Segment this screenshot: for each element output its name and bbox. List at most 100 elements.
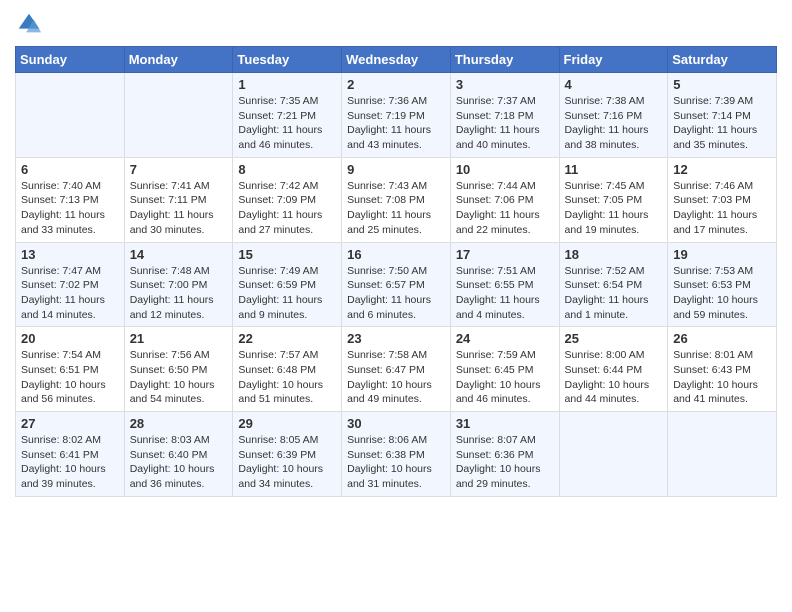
- day-number: 16: [347, 247, 445, 262]
- calendar-cell: 27 Sunrise: 8:02 AM Sunset: 6:41 PM Dayli…: [16, 412, 125, 497]
- day-info: Sunrise: 7:40 AM Sunset: 7:13 PM Dayligh…: [21, 179, 119, 238]
- col-header-saturday: Saturday: [668, 47, 777, 73]
- day-info: Sunrise: 8:01 AM Sunset: 6:43 PM Dayligh…: [673, 348, 771, 407]
- day-number: 26: [673, 331, 771, 346]
- day-number: 18: [565, 247, 663, 262]
- day-number: 29: [238, 416, 336, 431]
- day-info: Sunrise: 8:03 AM Sunset: 6:40 PM Dayligh…: [130, 433, 228, 492]
- calendar-cell: 25 Sunrise: 8:00 AM Sunset: 6:44 PM Dayli…: [559, 327, 668, 412]
- day-number: 14: [130, 247, 228, 262]
- day-number: 20: [21, 331, 119, 346]
- day-info: Sunrise: 8:06 AM Sunset: 6:38 PM Dayligh…: [347, 433, 445, 492]
- calendar-cell: 6 Sunrise: 7:40 AM Sunset: 7:13 PM Daylig…: [16, 157, 125, 242]
- day-info: Sunrise: 7:48 AM Sunset: 7:00 PM Dayligh…: [130, 264, 228, 323]
- day-info: Sunrise: 8:02 AM Sunset: 6:41 PM Dayligh…: [21, 433, 119, 492]
- calendar-cell: 20 Sunrise: 7:54 AM Sunset: 6:51 PM Dayli…: [16, 327, 125, 412]
- calendar-cell: 1 Sunrise: 7:35 AM Sunset: 7:21 PM Daylig…: [233, 73, 342, 158]
- logo-icon: [15, 10, 43, 38]
- day-number: 27: [21, 416, 119, 431]
- day-number: 3: [456, 77, 554, 92]
- calendar-week-row: 1 Sunrise: 7:35 AM Sunset: 7:21 PM Daylig…: [16, 73, 777, 158]
- day-info: Sunrise: 7:36 AM Sunset: 7:19 PM Dayligh…: [347, 94, 445, 153]
- day-number: 7: [130, 162, 228, 177]
- day-number: 1: [238, 77, 336, 92]
- day-number: 13: [21, 247, 119, 262]
- calendar-cell: 14 Sunrise: 7:48 AM Sunset: 7:00 PM Dayli…: [124, 242, 233, 327]
- calendar-cell: 9Sunrise: 7:43 AM Sunset: 7:08 PM Daylig…: [342, 157, 451, 242]
- calendar-cell: 22 Sunrise: 7:57 AM Sunset: 6:48 PM Dayli…: [233, 327, 342, 412]
- day-info: Sunrise: 7:47 AM Sunset: 7:02 PM Dayligh…: [21, 264, 119, 323]
- day-info: Sunrise: 8:07 AM Sunset: 6:36 PM Dayligh…: [456, 433, 554, 492]
- calendar-week-row: 27 Sunrise: 8:02 AM Sunset: 6:41 PM Dayli…: [16, 412, 777, 497]
- day-number: 17: [456, 247, 554, 262]
- calendar-cell: 18 Sunrise: 7:52 AM Sunset: 6:54 PM Dayli…: [559, 242, 668, 327]
- calendar-cell: [668, 412, 777, 497]
- day-info: Sunrise: 7:54 AM Sunset: 6:51 PM Dayligh…: [21, 348, 119, 407]
- day-info: Sunrise: 7:50 AM Sunset: 6:57 PM Dayligh…: [347, 264, 445, 323]
- day-number: 9: [347, 162, 445, 177]
- calendar-cell: 24 Sunrise: 7:59 AM Sunset: 6:45 PM Dayli…: [450, 327, 559, 412]
- col-header-thursday: Thursday: [450, 47, 559, 73]
- day-number: 6: [21, 162, 119, 177]
- col-header-sunday: Sunday: [16, 47, 125, 73]
- day-info: Sunrise: 7:46 AM Sunset: 7:03 PM Dayligh…: [673, 179, 771, 238]
- day-number: 8: [238, 162, 336, 177]
- day-number: 21: [130, 331, 228, 346]
- day-number: 15: [238, 247, 336, 262]
- day-info: Sunrise: 7:57 AM Sunset: 6:48 PM Dayligh…: [238, 348, 336, 407]
- calendar-cell: 5Sunrise: 7:39 AM Sunset: 7:14 PM Daylig…: [668, 73, 777, 158]
- calendar-cell: 10 Sunrise: 7:44 AM Sunset: 7:06 PM Dayli…: [450, 157, 559, 242]
- calendar-cell: 7 Sunrise: 7:41 AM Sunset: 7:11 PM Daylig…: [124, 157, 233, 242]
- day-number: 10: [456, 162, 554, 177]
- day-info: Sunrise: 7:56 AM Sunset: 6:50 PM Dayligh…: [130, 348, 228, 407]
- day-info: Sunrise: 7:38 AM Sunset: 7:16 PM Dayligh…: [565, 94, 663, 153]
- col-header-monday: Monday: [124, 47, 233, 73]
- calendar-table: SundayMondayTuesdayWednesdayThursdayFrid…: [15, 46, 777, 497]
- day-number: 12: [673, 162, 771, 177]
- calendar-week-row: 20 Sunrise: 7:54 AM Sunset: 6:51 PM Dayli…: [16, 327, 777, 412]
- day-number: 22: [238, 331, 336, 346]
- calendar-cell: 2 Sunrise: 7:36 AM Sunset: 7:19 PM Daylig…: [342, 73, 451, 158]
- calendar-week-row: 6 Sunrise: 7:40 AM Sunset: 7:13 PM Daylig…: [16, 157, 777, 242]
- calendar-cell: 15 Sunrise: 7:49 AM Sunset: 6:59 PM Dayli…: [233, 242, 342, 327]
- day-number: 2: [347, 77, 445, 92]
- day-info: Sunrise: 7:35 AM Sunset: 7:21 PM Dayligh…: [238, 94, 336, 153]
- calendar-week-row: 13 Sunrise: 7:47 AM Sunset: 7:02 PM Dayli…: [16, 242, 777, 327]
- day-info: Sunrise: 7:45 AM Sunset: 7:05 PM Dayligh…: [565, 179, 663, 238]
- col-header-friday: Friday: [559, 47, 668, 73]
- day-number: 31: [456, 416, 554, 431]
- calendar-cell: 31 Sunrise: 8:07 AM Sunset: 6:36 PM Dayli…: [450, 412, 559, 497]
- day-number: 28: [130, 416, 228, 431]
- day-info: Sunrise: 8:00 AM Sunset: 6:44 PM Dayligh…: [565, 348, 663, 407]
- day-info: Sunrise: 7:59 AM Sunset: 6:45 PM Dayligh…: [456, 348, 554, 407]
- day-number: 25: [565, 331, 663, 346]
- day-info: Sunrise: 7:53 AM Sunset: 6:53 PM Dayligh…: [673, 264, 771, 323]
- day-number: 11: [565, 162, 663, 177]
- day-info: Sunrise: 7:44 AM Sunset: 7:06 PM Dayligh…: [456, 179, 554, 238]
- day-info: Sunrise: 7:41 AM Sunset: 7:11 PM Dayligh…: [130, 179, 228, 238]
- calendar-cell: 3Sunrise: 7:37 AM Sunset: 7:18 PM Daylig…: [450, 73, 559, 158]
- day-number: 24: [456, 331, 554, 346]
- logo: [15, 10, 47, 38]
- calendar-cell: 16 Sunrise: 7:50 AM Sunset: 6:57 PM Dayli…: [342, 242, 451, 327]
- col-header-wednesday: Wednesday: [342, 47, 451, 73]
- day-info: Sunrise: 7:49 AM Sunset: 6:59 PM Dayligh…: [238, 264, 336, 323]
- calendar-cell: 12 Sunrise: 7:46 AM Sunset: 7:03 PM Dayli…: [668, 157, 777, 242]
- day-info: Sunrise: 7:51 AM Sunset: 6:55 PM Dayligh…: [456, 264, 554, 323]
- day-info: Sunrise: 7:52 AM Sunset: 6:54 PM Dayligh…: [565, 264, 663, 323]
- day-info: Sunrise: 8:05 AM Sunset: 6:39 PM Dayligh…: [238, 433, 336, 492]
- day-number: 19: [673, 247, 771, 262]
- calendar-cell: 17 Sunrise: 7:51 AM Sunset: 6:55 PM Dayli…: [450, 242, 559, 327]
- calendar-cell: 8Sunrise: 7:42 AM Sunset: 7:09 PM Daylig…: [233, 157, 342, 242]
- calendar-cell: 30 Sunrise: 8:06 AM Sunset: 6:38 PM Dayli…: [342, 412, 451, 497]
- page-header: [15, 10, 777, 38]
- calendar-cell: 4Sunrise: 7:38 AM Sunset: 7:16 PM Daylig…: [559, 73, 668, 158]
- calendar-cell: 21 Sunrise: 7:56 AM Sunset: 6:50 PM Dayli…: [124, 327, 233, 412]
- calendar-cell: 26 Sunrise: 8:01 AM Sunset: 6:43 PM Dayli…: [668, 327, 777, 412]
- calendar-cell: 29 Sunrise: 8:05 AM Sunset: 6:39 PM Dayli…: [233, 412, 342, 497]
- day-number: 30: [347, 416, 445, 431]
- calendar-cell: 23 Sunrise: 7:58 AM Sunset: 6:47 PM Dayli…: [342, 327, 451, 412]
- day-number: 23: [347, 331, 445, 346]
- page-container: SundayMondayTuesdayWednesdayThursdayFrid…: [0, 0, 792, 512]
- day-info: Sunrise: 7:58 AM Sunset: 6:47 PM Dayligh…: [347, 348, 445, 407]
